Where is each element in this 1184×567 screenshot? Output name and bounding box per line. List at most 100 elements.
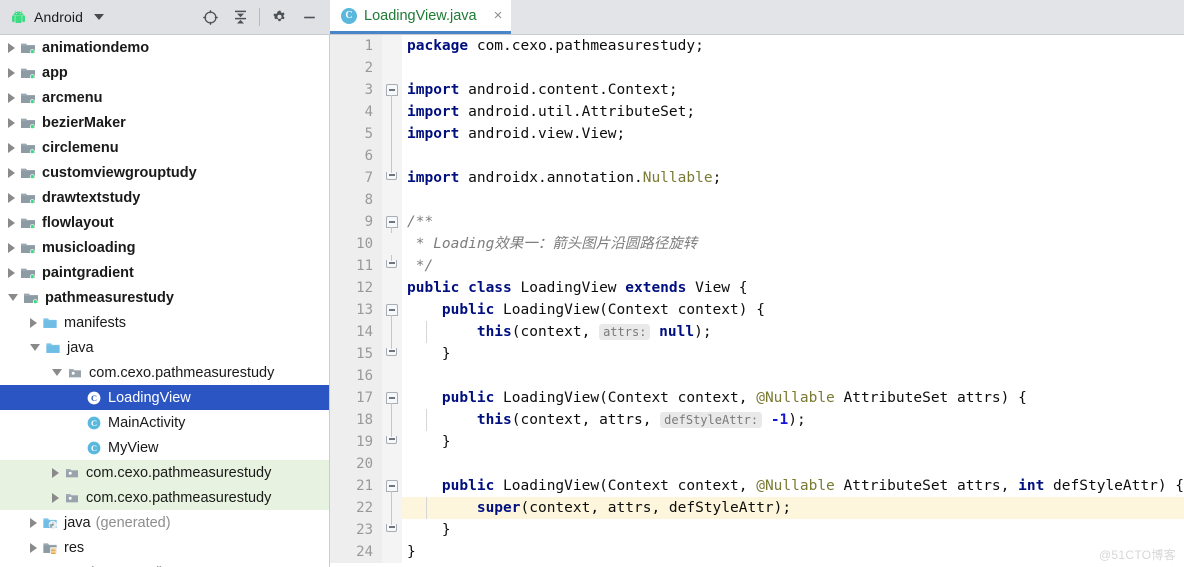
fold-gutter[interactable] xyxy=(382,167,402,189)
close-icon[interactable]: × xyxy=(494,8,503,23)
fold-gutter[interactable] xyxy=(382,145,402,167)
tree-row-res[interactable]: res(generated) xyxy=(0,560,329,567)
code-line[interactable]: 17 public LoadingView(Context context, @… xyxy=(330,387,1184,409)
chevron-down-icon[interactable] xyxy=(93,14,104,20)
project-tree[interactable]: animationdemo app arcmenu bezierMaker circle… xyxy=(0,35,330,567)
fold-collapse-icon[interactable] xyxy=(386,304,398,316)
fold-collapse-icon[interactable] xyxy=(386,480,398,492)
code-line[interactable]: 9 /** xyxy=(330,211,1184,233)
fold-gutter[interactable] xyxy=(382,255,402,277)
fold-gutter[interactable] xyxy=(382,541,402,563)
code-line[interactable]: 20 xyxy=(330,453,1184,475)
code-line[interactable]: 5 import android.view.View; xyxy=(330,123,1184,145)
chevron-right-icon[interactable] xyxy=(8,242,15,253)
tree-row-flowlayout[interactable]: flowlayout xyxy=(0,210,329,235)
fold-collapse-icon[interactable] xyxy=(386,216,398,228)
tree-row-animationdemo[interactable]: animationdemo xyxy=(0,35,329,60)
code-line[interactable]: 13 public LoadingView(Context context) { xyxy=(330,299,1184,321)
fold-gutter[interactable] xyxy=(382,475,402,497)
tree-row-manifests[interactable]: manifests xyxy=(0,310,329,335)
chevron-right-icon[interactable] xyxy=(8,42,15,53)
code-line[interactable]: 10 * Loading效果一：箭头图片沿圆路径旋转 xyxy=(330,233,1184,255)
gear-icon[interactable] xyxy=(264,4,294,30)
tree-row-com-cexo-pathmeasurestudy[interactable]: com.cexo.pathmeasurestudy xyxy=(0,360,329,385)
tab-loadingview-java[interactable]: C LoadingView.java × xyxy=(330,0,512,34)
chevron-down-icon[interactable] xyxy=(30,344,40,351)
chevron-right-icon[interactable] xyxy=(52,467,59,478)
fold-gutter[interactable] xyxy=(382,57,402,79)
fold-collapse-icon[interactable] xyxy=(386,392,398,404)
code-line[interactable]: 15 } xyxy=(330,343,1184,365)
tree-row-app[interactable]: app xyxy=(0,60,329,85)
chevron-right-icon[interactable] xyxy=(8,167,15,178)
fold-gutter[interactable] xyxy=(382,233,402,255)
code-line[interactable]: 11 */ xyxy=(330,255,1184,277)
chevron-down-icon[interactable] xyxy=(52,369,62,376)
fold-gutter[interactable] xyxy=(382,409,402,431)
fold-gutter[interactable] xyxy=(382,365,402,387)
tree-row-arcmenu[interactable]: arcmenu xyxy=(0,85,329,110)
code-line[interactable]: 23 } xyxy=(330,519,1184,541)
chevron-right-icon[interactable] xyxy=(8,67,15,78)
code-line[interactable]: 6 xyxy=(330,145,1184,167)
code-line[interactable]: 12 public class LoadingView extends View … xyxy=(330,277,1184,299)
fold-gutter[interactable] xyxy=(382,211,402,233)
tree-row-myview[interactable]: C MyView xyxy=(0,435,329,460)
select-opened-file-icon[interactable] xyxy=(195,4,225,30)
fold-gutter[interactable] xyxy=(382,277,402,299)
fold-gutter[interactable] xyxy=(382,299,402,321)
tree-row-musicloading[interactable]: musicloading xyxy=(0,235,329,260)
tree-row-circlemenu[interactable]: circlemenu xyxy=(0,135,329,160)
fold-gutter[interactable] xyxy=(382,343,402,365)
fold-gutter[interactable] xyxy=(382,189,402,211)
chevron-right-icon[interactable] xyxy=(30,542,37,553)
tree-row-java[interactable]: java (generated) xyxy=(0,510,329,535)
chevron-right-icon[interactable] xyxy=(8,192,15,203)
tree-row-com-cexo-pathmeasurestudy[interactable]: com.cexo.pathmeasurestudy xyxy=(0,460,329,485)
chevron-right-icon[interactable] xyxy=(8,117,15,128)
code-line[interactable]: 8 xyxy=(330,189,1184,211)
fold-gutter[interactable] xyxy=(382,453,402,475)
fold-gutter[interactable] xyxy=(382,431,402,453)
code-line[interactable]: 14 this(context, attrs: null); xyxy=(330,321,1184,343)
code-line[interactable]: 16 xyxy=(330,365,1184,387)
fold-region-end-icon[interactable] xyxy=(386,433,398,449)
chevron-right-icon[interactable] xyxy=(52,492,59,503)
fold-gutter[interactable] xyxy=(382,321,402,343)
fold-gutter[interactable] xyxy=(382,123,402,145)
code-line[interactable]: 3 import android.content.Context; xyxy=(330,79,1184,101)
fold-region-end-icon[interactable] xyxy=(386,169,398,185)
tree-row-paintgradient[interactable]: paintgradient xyxy=(0,260,329,285)
chevron-right-icon[interactable] xyxy=(8,267,15,278)
fold-region-end-icon[interactable] xyxy=(386,345,398,361)
tree-row-drawtextstudy[interactable]: drawtextstudy xyxy=(0,185,329,210)
fold-gutter[interactable] xyxy=(382,79,402,101)
code-line[interactable]: 7 import androidx.annotation.Nullable; xyxy=(330,167,1184,189)
chevron-right-icon[interactable] xyxy=(8,142,15,153)
fold-region-end-icon[interactable] xyxy=(386,257,398,273)
code-line[interactable]: 4 import android.util.AttributeSet; xyxy=(330,101,1184,123)
tree-row-loadingview[interactable]: C LoadingView xyxy=(0,385,329,410)
tree-row-customviewgrouptudy[interactable]: customviewgrouptudy xyxy=(0,160,329,185)
code-line[interactable]: 18 this(context, attrs, defStyleAttr: -1… xyxy=(330,409,1184,431)
code-line[interactable]: 19 } xyxy=(330,431,1184,453)
tree-row-pathmeasurestudy[interactable]: pathmeasurestudy xyxy=(0,285,329,310)
tree-row-java[interactable]: java xyxy=(0,335,329,360)
chevron-down-icon[interactable] xyxy=(8,294,18,301)
tree-row-beziermaker[interactable]: bezierMaker xyxy=(0,110,329,135)
tree-row-com-cexo-pathmeasurestudy[interactable]: com.cexo.pathmeasurestudy xyxy=(0,485,329,510)
chevron-right-icon[interactable] xyxy=(30,517,37,528)
fold-collapse-icon[interactable] xyxy=(386,84,398,96)
fold-gutter[interactable] xyxy=(382,519,402,541)
code-area[interactable]: 1 package com.cexo.pathmeasurestudy; 2 3 imp… xyxy=(330,35,1184,567)
code-line[interactable]: 1 package com.cexo.pathmeasurestudy; xyxy=(330,35,1184,57)
fold-gutter[interactable] xyxy=(382,387,402,409)
fold-gutter[interactable] xyxy=(382,497,402,519)
tree-row-res[interactable]: res xyxy=(0,535,329,560)
code-line[interactable]: 21 public LoadingView(Context context, @… xyxy=(330,475,1184,497)
code-line[interactable]: 24} xyxy=(330,541,1184,563)
code-line[interactable]: 22 super(context, attrs, defStyleAttr); xyxy=(330,497,1184,519)
chevron-right-icon[interactable] xyxy=(8,92,15,103)
chevron-right-icon[interactable] xyxy=(30,317,37,328)
collapse-all-icon[interactable] xyxy=(225,4,255,30)
